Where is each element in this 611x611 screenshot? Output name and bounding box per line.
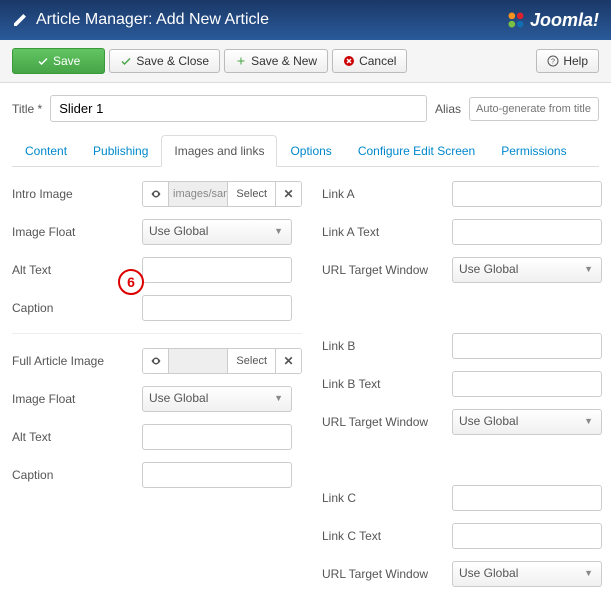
tab-content[interactable]: Content (12, 135, 80, 167)
caption-input[interactable] (142, 295, 292, 321)
select-button[interactable]: Select (227, 349, 275, 373)
tab-publishing[interactable]: Publishing (80, 135, 161, 167)
full-image-label: Full Article Image (12, 354, 142, 368)
title-input[interactable] (50, 95, 427, 122)
image-float-label: Image Float (12, 225, 142, 239)
tab-images-links[interactable]: Images and links (161, 135, 277, 167)
link-b-text-label: Link B Text (322, 377, 452, 391)
intro-image-path: images/sample (169, 182, 227, 206)
link-a-text-input[interactable] (452, 219, 602, 245)
clear-button[interactable]: ✕ (275, 182, 301, 206)
brand-logo: Joomla! (506, 10, 599, 31)
url-target-select[interactable]: Use Global (452, 409, 602, 435)
url-target-label: URL Target Window (322, 415, 452, 429)
page-title: Article Manager: Add New Article (36, 11, 269, 29)
select-button[interactable]: Select (227, 182, 275, 206)
tab-options[interactable]: Options (277, 135, 344, 167)
image-float-select[interactable]: Use Global (142, 386, 292, 412)
link-b-label: Link B (322, 339, 452, 353)
save-button[interactable]: Save (12, 48, 105, 74)
tab-permissions[interactable]: Permissions (488, 135, 579, 167)
joomla-icon (506, 10, 526, 30)
eye-icon (150, 355, 162, 367)
alt-text-label: Alt Text (12, 430, 142, 444)
intro-image-label: Intro Image (12, 187, 142, 201)
image-float-label: Image Float (12, 392, 142, 406)
url-target-select[interactable]: Use Global (452, 257, 602, 283)
full-image-media: Select ✕ (142, 348, 302, 374)
caption-label: Caption (12, 468, 142, 482)
cancel-button[interactable]: Cancel (332, 49, 407, 73)
preview-button[interactable] (143, 349, 169, 373)
image-float-select[interactable]: Use Global (142, 219, 292, 245)
link-c-text-label: Link C Text (322, 529, 452, 543)
url-target-label: URL Target Window (322, 263, 452, 277)
caption-label: Caption (12, 301, 142, 315)
eye-icon (150, 188, 162, 200)
link-b-text-input[interactable] (452, 371, 602, 397)
link-a-text-label: Link A Text (322, 225, 452, 239)
save-new-button[interactable]: Save & New (224, 49, 328, 73)
svg-text:?: ? (551, 59, 555, 66)
full-image-path (169, 349, 227, 373)
alias-label: Alias (435, 102, 461, 116)
intro-image-media: images/sample Select ✕ (142, 181, 302, 207)
plus-icon (235, 55, 247, 67)
divider (12, 333, 302, 334)
link-b-input[interactable] (452, 333, 602, 359)
app-header: Article Manager: Add New Article Joomla! (0, 0, 611, 40)
clear-button[interactable]: ✕ (275, 349, 301, 373)
tabs: Content Publishing Images and links Opti… (12, 134, 599, 167)
help-button[interactable]: ? Help (536, 49, 599, 73)
link-a-input[interactable] (452, 181, 602, 207)
save-close-button[interactable]: Save & Close (109, 49, 220, 73)
pencil-icon (12, 12, 28, 28)
tab-configure-edit[interactable]: Configure Edit Screen (345, 135, 488, 167)
alias-input[interactable] (469, 97, 599, 121)
check-icon (120, 55, 132, 67)
url-target-select[interactable]: Use Global (452, 561, 602, 587)
caption-input[interactable] (142, 462, 292, 488)
alt-text-input[interactable] (142, 424, 292, 450)
url-target-label: URL Target Window (322, 567, 452, 581)
preview-button[interactable] (143, 182, 169, 206)
toolbar: Save Save & Close Save & New Cancel ? He… (0, 40, 611, 83)
callout-badge: 6 (118, 269, 144, 295)
link-a-label: Link A (322, 187, 452, 201)
link-c-text-input[interactable] (452, 523, 602, 549)
link-c-label: Link C (322, 491, 452, 505)
alt-text-input[interactable] (142, 257, 292, 283)
check-icon (37, 55, 49, 67)
cancel-icon (343, 55, 355, 67)
title-label: Title * (12, 102, 42, 116)
help-icon: ? (547, 55, 559, 67)
link-c-input[interactable] (452, 485, 602, 511)
